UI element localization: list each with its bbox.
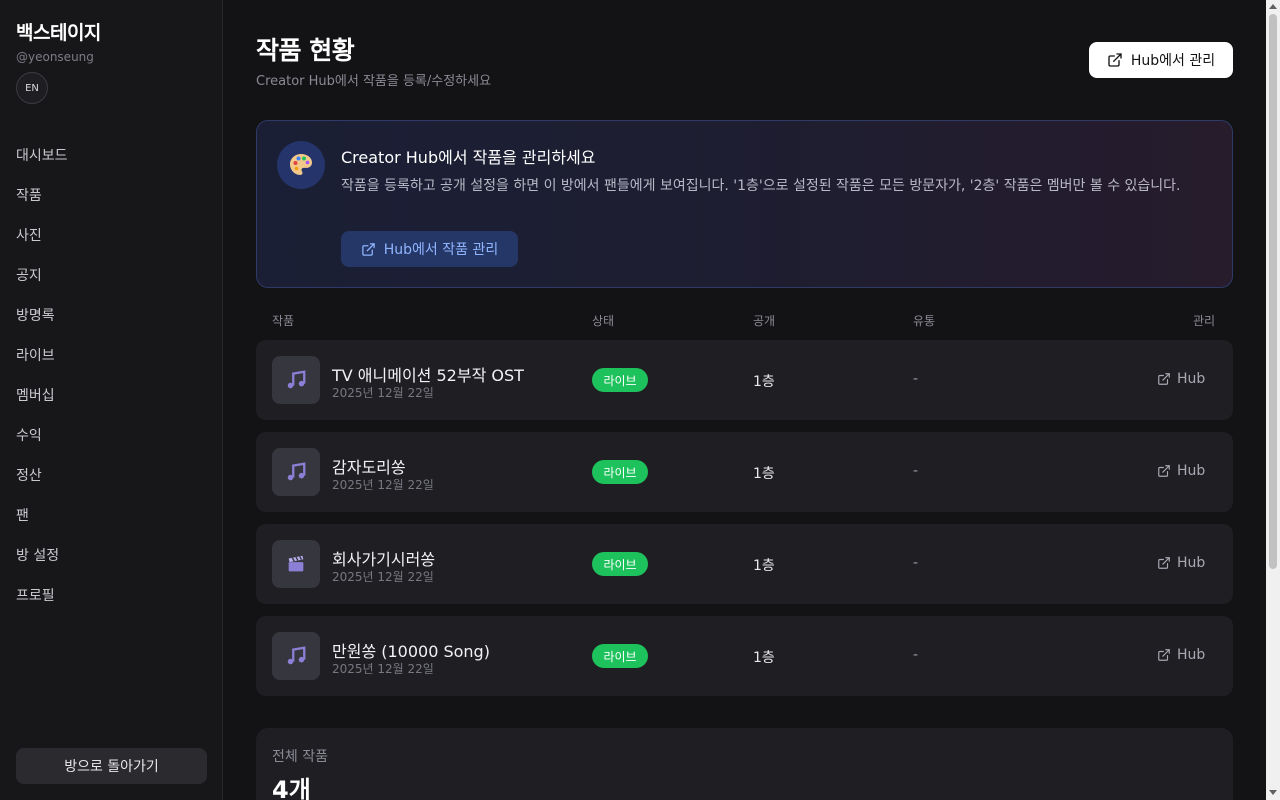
sidebar: 백스테이지 @yeonseung EN 대시보드 작품 사진 공지 방명록 라이… bbox=[0, 0, 223, 800]
music-note-icon bbox=[272, 448, 320, 496]
sidebar-item-live[interactable]: 라이브 bbox=[0, 335, 222, 375]
sidebar-item-notices[interactable]: 공지 bbox=[0, 255, 222, 295]
work-date: 2025년 12월 22일 bbox=[332, 662, 434, 676]
external-link-icon bbox=[1158, 373, 1170, 385]
summary-label: 전체 작품 bbox=[272, 749, 328, 765]
header-status: 상태 bbox=[592, 314, 615, 328]
header-manage: 관리 bbox=[1193, 314, 1216, 328]
sidebar-item-photos[interactable]: 사진 bbox=[0, 215, 222, 255]
public-level: 1층 bbox=[753, 558, 775, 574]
work-date: 2025년 12월 22일 bbox=[332, 386, 434, 400]
table-row[interactable]: 만원쏭 (10000 Song) 2025년 12월 22일 라이브 1층 - … bbox=[256, 616, 1233, 696]
row-hub-link[interactable]: Hub bbox=[1157, 463, 1205, 479]
work-title: 만원쏭 (10000 Song) bbox=[332, 642, 490, 661]
public-level: 1층 bbox=[753, 374, 775, 390]
table-row[interactable]: 회사가기시러쏭 2025년 12월 22일 라이브 1층 - Hub bbox=[256, 524, 1233, 604]
header-distribution: 유통 bbox=[913, 314, 936, 328]
row-hub-label: Hub bbox=[1177, 463, 1206, 479]
sidebar-item-settlement[interactable]: 정산 bbox=[0, 455, 222, 495]
sidebar-item-works[interactable]: 작품 bbox=[0, 175, 222, 215]
main-content: 작품 현황 Creator Hub에서 작품을 등록/수정하세요 Hub에서 관… bbox=[224, 0, 1266, 800]
sidebar-nav: 대시보드 작품 사진 공지 방명록 라이브 멤버십 수익 정산 팬 방 설정 프… bbox=[0, 135, 222, 615]
banner-description: 작품을 등록하고 공개 설정을 하면 이 방에서 팬들에게 보여집니다. '1층… bbox=[341, 178, 1181, 194]
row-hub-link[interactable]: Hub bbox=[1157, 555, 1205, 571]
music-note-icon bbox=[272, 632, 320, 680]
status-badge: 라이브 bbox=[592, 368, 648, 392]
row-hub-link[interactable]: Hub bbox=[1157, 647, 1205, 663]
status-badge: 라이브 bbox=[592, 644, 648, 668]
work-title: 감자도리쏭 bbox=[332, 458, 406, 477]
sidebar-item-room-settings[interactable]: 방 설정 bbox=[0, 535, 222, 575]
work-title: TV 애니메이션 52부작 OST bbox=[332, 366, 524, 385]
external-link-icon bbox=[1108, 53, 1122, 67]
music-note-icon bbox=[272, 356, 320, 404]
summary-value: 4개 bbox=[272, 776, 311, 800]
work-title: 회사가기시러쏭 bbox=[332, 550, 436, 569]
language-toggle-button[interactable]: EN bbox=[16, 72, 48, 104]
page-title: 작품 현황 bbox=[256, 36, 355, 65]
sidebar-item-dashboard[interactable]: 대시보드 bbox=[0, 135, 222, 175]
info-banner: Creator Hub에서 작품을 관리하세요 작품을 등록하고 공개 설정을 … bbox=[256, 120, 1233, 288]
hub-manage-label: Hub에서 관리 bbox=[1130, 53, 1216, 69]
brand-title: 백스테이지 bbox=[16, 22, 101, 44]
palette-icon bbox=[277, 141, 325, 189]
header-public: 공개 bbox=[753, 314, 776, 328]
hub-manage-button[interactable]: Hub에서 관리 bbox=[1089, 42, 1233, 78]
row-hub-label: Hub bbox=[1177, 371, 1206, 387]
hub-works-manage-button[interactable]: Hub에서 작품 관리 bbox=[341, 231, 518, 267]
external-link-icon bbox=[362, 242, 375, 256]
scroll-up-arrow-icon[interactable] bbox=[1269, 4, 1277, 9]
scrollbar-thumb[interactable] bbox=[1269, 14, 1277, 569]
table-header: 작품 상태 공개 유통 관리 bbox=[256, 312, 1233, 330]
clapperboard-icon bbox=[272, 540, 320, 588]
row-hub-link[interactable]: Hub bbox=[1157, 371, 1205, 387]
status-badge: 라이브 bbox=[592, 552, 648, 576]
row-hub-label: Hub bbox=[1177, 647, 1206, 663]
distribution-value: - bbox=[913, 371, 919, 387]
work-date: 2025년 12월 22일 bbox=[332, 478, 434, 492]
back-to-room-button[interactable]: 방으로 돌아가기 bbox=[16, 748, 207, 784]
header-work: 작품 bbox=[272, 314, 295, 328]
page-subtitle: Creator Hub에서 작품을 등록/수정하세요 bbox=[256, 74, 492, 89]
hub-works-manage-label: Hub에서 작품 관리 bbox=[383, 242, 499, 258]
distribution-value: - bbox=[913, 555, 919, 571]
row-hub-label: Hub bbox=[1177, 555, 1206, 571]
summary-card: 전체 작품 4개 bbox=[256, 728, 1233, 800]
external-link-icon bbox=[1158, 557, 1170, 569]
scroll-down-arrow-icon[interactable] bbox=[1269, 790, 1277, 795]
distribution-value: - bbox=[913, 647, 919, 663]
public-level: 1층 bbox=[753, 650, 775, 666]
table-row[interactable]: 감자도리쏭 2025년 12월 22일 라이브 1층 - Hub bbox=[256, 432, 1233, 512]
external-link-icon bbox=[1158, 649, 1170, 661]
banner-title: Creator Hub에서 작품을 관리하세요 bbox=[341, 148, 596, 167]
page-scrollbar[interactable] bbox=[1266, 0, 1280, 800]
sidebar-item-revenue[interactable]: 수익 bbox=[0, 415, 222, 455]
status-badge: 라이브 bbox=[592, 460, 648, 484]
sidebar-item-membership[interactable]: 멤버십 bbox=[0, 375, 222, 415]
public-level: 1층 bbox=[753, 466, 775, 482]
work-date: 2025년 12월 22일 bbox=[332, 570, 434, 584]
sidebar-item-profile[interactable]: 프로필 bbox=[0, 575, 222, 615]
user-handle: @yeonseung bbox=[16, 50, 94, 64]
sidebar-item-guestbook[interactable]: 방명록 bbox=[0, 295, 222, 335]
sidebar-item-fans[interactable]: 팬 bbox=[0, 495, 222, 535]
distribution-value: - bbox=[913, 463, 919, 479]
table-row[interactable]: TV 애니메이션 52부작 OST 2025년 12월 22일 라이브 1층 -… bbox=[256, 340, 1233, 420]
external-link-icon bbox=[1158, 465, 1170, 477]
